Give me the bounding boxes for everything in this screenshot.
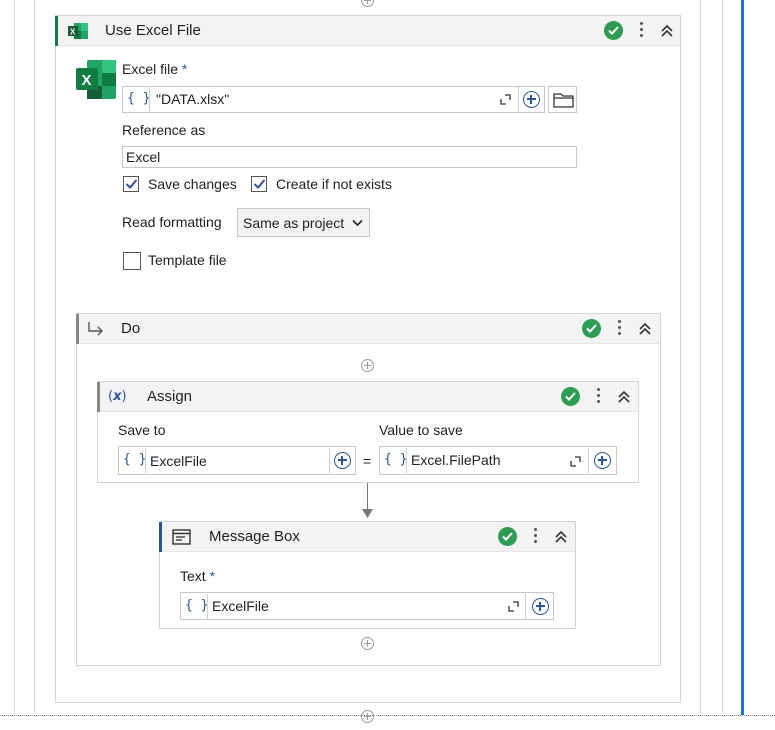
use-excel-file-activity[interactable]: X Use Excel File X Excel file * { } "DAT… — [55, 15, 681, 703]
more-options-icon[interactable] — [534, 528, 538, 546]
valid-status-icon — [498, 527, 517, 546]
selection-border — [741, 0, 744, 715]
field-divider — [518, 87, 519, 112]
more-options-icon[interactable] — [597, 388, 601, 406]
excel-file-value: "DATA.xlsx" — [156, 91, 230, 107]
field-divider — [406, 448, 407, 473]
canvas-guide-line — [722, 0, 723, 715]
save-to-input[interactable]: { } ExcelFile — [118, 446, 356, 475]
excel-small-icon: X — [68, 23, 88, 39]
field-divider — [207, 594, 208, 619]
field-divider — [329, 448, 330, 473]
reference-as-value: Excel — [126, 149, 161, 165]
text-input[interactable]: { } ExcelFile — [180, 592, 554, 620]
expand-editor-icon[interactable] — [500, 94, 511, 105]
field-divider — [145, 448, 146, 473]
folder-icon — [553, 93, 574, 108]
create-if-not-exists-label: Create if not exists — [276, 176, 392, 192]
read-formatting-value: Same as project — [243, 215, 345, 231]
more-options-icon[interactable] — [640, 22, 644, 40]
add-activity-button[interactable] — [361, 359, 374, 372]
add-variable-button[interactable] — [334, 452, 351, 469]
more-options-icon[interactable] — [618, 320, 622, 338]
svg-text:X: X — [70, 28, 76, 37]
canvas-bottom-border — [0, 715, 775, 716]
assign-activity[interactable]: (x) Assign Save to { } ExcelFile = Value — [97, 381, 639, 483]
message-box-icon — [172, 529, 191, 545]
field-divider — [588, 448, 589, 473]
collapse-icon[interactable] — [554, 530, 568, 544]
value-to-save-value: Excel.FilePath — [411, 452, 501, 468]
activity-accent-bar — [159, 522, 162, 552]
save-changes-checkbox[interactable] — [123, 176, 139, 192]
do-sequence[interactable]: Do (x) Assign Save to {} ExcelFile = Va… — [76, 313, 661, 666]
activity-accent-bar — [76, 314, 79, 344]
browse-file-button[interactable] — [548, 86, 577, 113]
do-header[interactable]: Do — [76, 314, 660, 344]
canvas-guide-line — [34, 0, 35, 715]
expression-brace-icon: { } — [384, 452, 408, 467]
connector-arrow-icon — [362, 509, 373, 518]
field-divider — [149, 87, 150, 112]
message-box-title: Message Box — [209, 528, 300, 545]
add-variable-button[interactable] — [532, 598, 549, 615]
sequence-arrow-icon — [88, 322, 103, 336]
assign-title: Assign — [147, 388, 193, 405]
svg-text:X: X — [82, 72, 92, 89]
text-value: ExcelFile — [212, 598, 269, 614]
collapse-icon[interactable] — [660, 24, 674, 38]
read-formatting-select[interactable]: Same as project — [237, 208, 370, 237]
read-formatting-label: Read formatting — [122, 214, 222, 230]
collapse-icon[interactable] — [638, 322, 652, 336]
expression-brace-icon: { } — [123, 452, 147, 467]
canvas-guide-line — [14, 0, 15, 715]
reference-as-label: Reference as — [122, 122, 206, 138]
add-variable-button[interactable] — [523, 91, 540, 108]
valid-status-icon — [604, 21, 623, 40]
add-activity-button[interactable] — [361, 637, 374, 650]
collapse-icon[interactable] — [617, 390, 631, 404]
excel-file-input[interactable]: { } "DATA.xlsx" — [122, 86, 545, 113]
activity-header[interactable]: X Use Excel File — [55, 16, 680, 46]
create-if-not-exists-checkbox[interactable] — [251, 176, 267, 192]
text-label: Text * — [180, 568, 216, 584]
valid-status-icon — [582, 319, 601, 338]
message-box-header[interactable]: Message Box — [159, 522, 575, 552]
do-title: Do — [121, 320, 141, 337]
expand-editor-icon[interactable] — [508, 601, 519, 612]
equals-sign: = — [363, 453, 372, 469]
connector-line — [367, 483, 368, 511]
activity-accent-bar — [97, 382, 100, 412]
assign-header[interactable]: (x) Assign — [97, 382, 638, 412]
message-box-activity[interactable]: Message Box Text * { } ExcelFile — [159, 521, 576, 629]
save-to-value: ExcelFile — [150, 453, 207, 469]
add-activity-bottom-button[interactable] — [361, 710, 374, 723]
reference-as-input[interactable]: Excel — [122, 146, 577, 168]
valid-status-icon — [561, 387, 580, 406]
excel-file-label: Excel file * — [122, 61, 188, 77]
add-variable-button[interactable] — [594, 452, 611, 469]
value-to-save-input[interactable]: { } Excel.FilePath — [379, 446, 617, 475]
assign-icon: (x) — [108, 389, 127, 404]
expression-brace-icon: { } — [127, 91, 151, 106]
canvas-guide-line — [700, 0, 701, 715]
chevron-down-icon — [352, 219, 363, 227]
template-file-label: Template file — [148, 252, 227, 268]
save-changes-label: Save changes — [148, 176, 237, 192]
activity-accent-bar — [55, 16, 58, 46]
excel-icon: X — [76, 60, 116, 99]
save-to-label: Save to — [118, 422, 166, 438]
expression-brace-icon: { } — [185, 598, 209, 613]
add-activity-top-button[interactable] — [361, 0, 374, 7]
activity-title: Use Excel File — [105, 22, 201, 39]
template-file-checkbox[interactable] — [123, 252, 141, 270]
value-to-save-label: Value to save — [379, 422, 463, 438]
field-divider — [525, 594, 526, 619]
expand-editor-icon[interactable] — [570, 456, 581, 467]
